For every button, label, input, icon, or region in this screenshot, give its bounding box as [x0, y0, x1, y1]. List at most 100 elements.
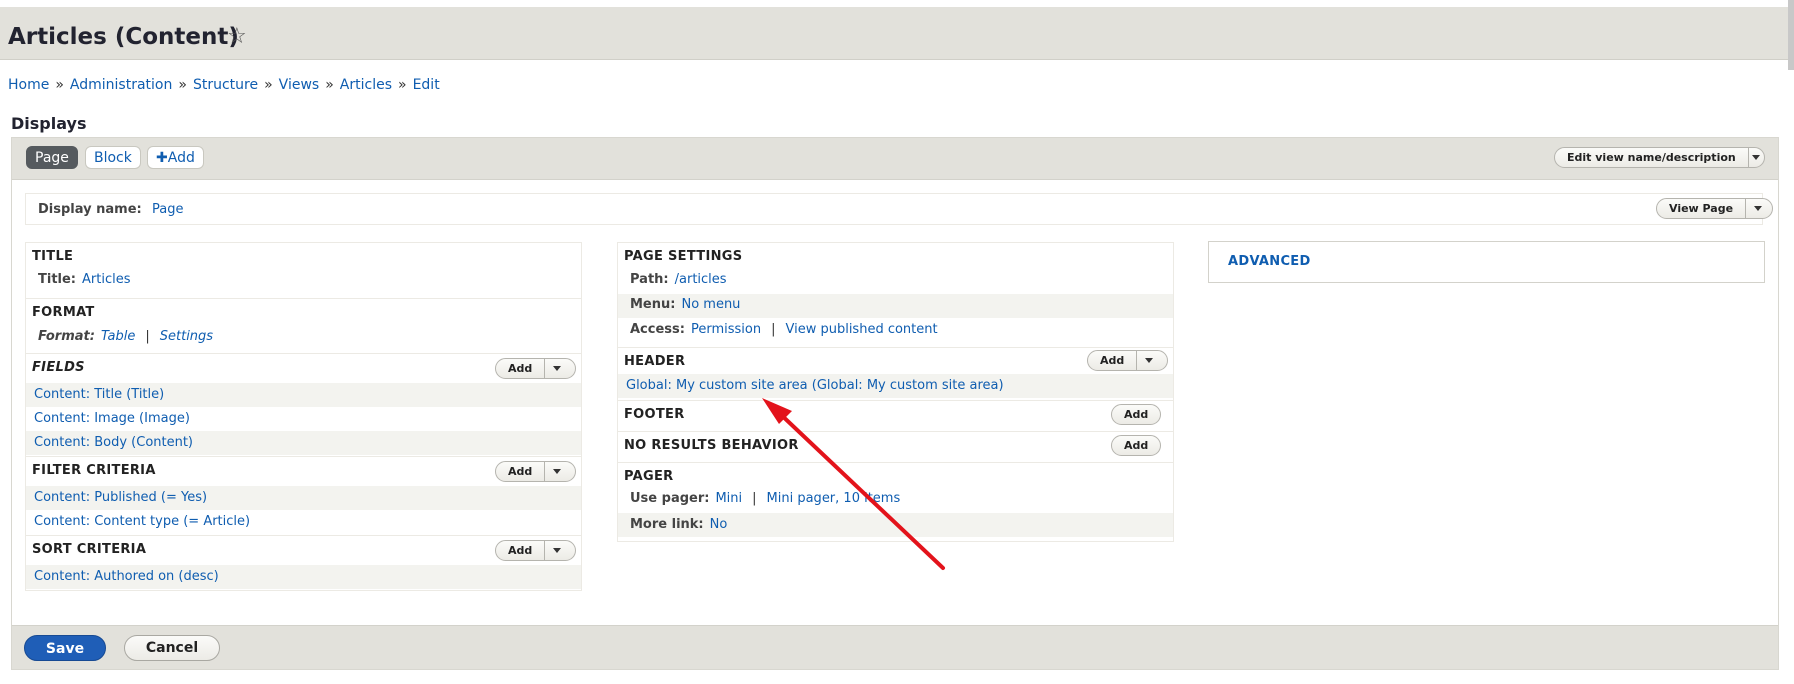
filter-content-type-link[interactable]: Content: Content type (= Article) — [34, 514, 250, 529]
list-item: Content: Title (Title) — [26, 383, 581, 407]
display-tabs-bar: Page Block ✚Add Edit view name/descripti… — [12, 138, 1778, 180]
title-value-link[interactable]: Articles — [82, 272, 130, 287]
chevron-down-icon[interactable] — [1745, 199, 1770, 218]
pager-section-heading: PAGER — [624, 469, 674, 484]
list-item: Content: Image (Image) — [26, 407, 581, 431]
page-title-bar — [0, 7, 1790, 60]
field-title-link[interactable]: Content: Title (Title) — [34, 387, 164, 402]
scrollbar-thumb[interactable] — [1788, 0, 1794, 70]
fields-add-dropbutton[interactable]: Add — [495, 358, 576, 379]
format-row: Format: Table | Settings — [38, 329, 214, 344]
fields-add-button[interactable]: Add — [496, 359, 544, 378]
chevron-down-icon[interactable] — [544, 541, 569, 560]
filter-add-button[interactable]: Add — [496, 462, 544, 481]
list-item: Content: Authored on (desc) — [26, 565, 581, 589]
breadcrumb-articles[interactable]: Articles — [340, 77, 392, 93]
chevron-down-icon[interactable] — [544, 462, 569, 481]
breadcrumb-home[interactable]: Home — [8, 77, 49, 93]
tab-page[interactable]: Page — [26, 146, 78, 169]
breadcrumb: Home » Administration » Structure » Views » Arti… — [8, 77, 440, 93]
list-item: Content: Published (= Yes) — [26, 486, 581, 510]
sort-add-dropbutton[interactable]: Add — [495, 540, 576, 561]
view-edit-container: Page Block ✚Add Edit view name/descripti… — [11, 137, 1779, 670]
footer-add-button[interactable]: Add — [1111, 404, 1162, 425]
add-display-button[interactable]: ✚Add — [147, 146, 204, 169]
no-results-add-button[interactable]: Add — [1111, 435, 1162, 456]
star-outline-icon[interactable]: ☆ — [227, 26, 247, 48]
format-settings-link[interactable]: Settings — [160, 329, 213, 344]
breadcrumb-separator: » — [264, 77, 273, 93]
access-label: Access: — [630, 322, 685, 337]
sort-add-button[interactable]: Add — [496, 541, 544, 560]
view-page-dropbutton[interactable]: View Page — [1656, 198, 1773, 219]
header-section-heading: HEADER — [624, 354, 686, 369]
list-item: Content: Body (Content) — [26, 431, 581, 455]
list-item: Global: My custom site area (Global: My … — [618, 374, 1173, 398]
access-row: Access: Permission | View published content — [630, 322, 938, 337]
display-name-row: Display name: Page View Page — [25, 193, 1773, 225]
access-detail-link[interactable]: View published content — [785, 322, 937, 337]
filter-add-dropbutton[interactable]: Add — [495, 461, 576, 482]
display-name-value[interactable]: Page — [152, 202, 183, 217]
page-title: Articles (Content) — [8, 24, 239, 50]
header-add-dropbutton[interactable]: Add — [1087, 350, 1168, 371]
breadcrumb-separator: » — [178, 77, 187, 93]
menu-label: Menu: — [630, 297, 676, 312]
view-page-button[interactable]: View Page — [1657, 199, 1745, 218]
use-pager-label: Use pager: — [630, 491, 710, 506]
format-section-heading: FORMAT — [32, 305, 95, 320]
more-link-value-link[interactable]: No — [710, 517, 728, 532]
use-pager-detail-link[interactable]: Mini pager, 10 items — [767, 491, 901, 506]
breadcrumb-edit[interactable]: Edit — [413, 77, 440, 93]
header-add-button[interactable]: Add — [1088, 351, 1136, 370]
form-actions: Save Cancel — [12, 625, 1778, 669]
title-section-heading: TITLE — [32, 249, 74, 264]
use-pager-value-link[interactable]: Mini — [715, 491, 742, 506]
use-pager-row: Use pager: Mini | Mini pager, 10 items — [630, 491, 901, 506]
fields-section-heading: FIELDS — [32, 360, 85, 375]
breadcrumb-views[interactable]: Views — [279, 77, 320, 93]
filter-published-link[interactable]: Content: Published (= Yes) — [34, 490, 207, 505]
edit-view-name-button[interactable]: Edit view name/description — [1555, 148, 1748, 167]
field-body-link[interactable]: Content: Body (Content) — [34, 435, 193, 450]
path-value-link[interactable]: /articles — [675, 272, 727, 287]
displays-heading: Displays — [11, 114, 87, 133]
chevron-down-icon[interactable] — [1136, 351, 1161, 370]
breadcrumb-separator: » — [325, 77, 334, 93]
tab-block[interactable]: Block — [85, 146, 141, 169]
sort-section-heading: SORT CRITERIA — [32, 542, 147, 557]
add-display-label: Add — [167, 150, 195, 166]
left-column: TITLE Title: Articles FORMAT Format: Table… — [25, 242, 582, 591]
chevron-down-icon[interactable] — [1747, 148, 1764, 167]
more-link-label: More link: — [630, 517, 704, 532]
title-label: Title: — [38, 272, 77, 287]
breadcrumb-separator: » — [398, 77, 407, 93]
list-item: Content: Content type (= Article) — [26, 510, 581, 534]
plus-icon: ✚ — [156, 150, 168, 166]
breadcrumb-administration[interactable]: Administration — [70, 77, 172, 93]
edit-view-name-dropbutton[interactable]: Edit view name/description — [1554, 147, 1765, 168]
menu-value-link[interactable]: No menu — [681, 297, 740, 312]
access-value-link[interactable]: Permission — [691, 322, 761, 337]
chevron-down-icon[interactable] — [544, 359, 569, 378]
menu-row: Menu: No menu — [618, 294, 1173, 318]
title-row: Title: Articles — [26, 270, 581, 294]
page-settings-heading: PAGE SETTINGS — [624, 249, 743, 264]
save-button[interactable]: Save — [24, 635, 106, 661]
display-name-label: Display name: — [38, 202, 142, 217]
cancel-button[interactable]: Cancel — [124, 635, 220, 661]
filter-section-heading: FILTER CRITERIA — [32, 463, 156, 478]
advanced-toggle[interactable]: ADVANCED — [1228, 254, 1311, 269]
breadcrumb-structure[interactable]: Structure — [193, 77, 258, 93]
format-value-link[interactable]: Table — [101, 329, 135, 344]
middle-column: PAGE SETTINGS Path: /articles Menu: No men… — [617, 242, 1174, 542]
field-image-link[interactable]: Content: Image (Image) — [34, 411, 190, 426]
more-link-row: More link: No — [618, 513, 1173, 537]
breadcrumb-separator: » — [55, 77, 64, 93]
advanced-section[interactable]: ADVANCED — [1208, 241, 1765, 283]
header-global-area-link[interactable]: Global: My custom site area (Global: My … — [626, 378, 1004, 393]
footer-section-heading: FOOTER — [624, 407, 685, 422]
path-label: Path: — [630, 272, 669, 287]
no-results-section-heading: NO RESULTS BEHAVIOR — [624, 438, 799, 453]
sort-authored-link[interactable]: Content: Authored on (desc) — [34, 569, 219, 584]
